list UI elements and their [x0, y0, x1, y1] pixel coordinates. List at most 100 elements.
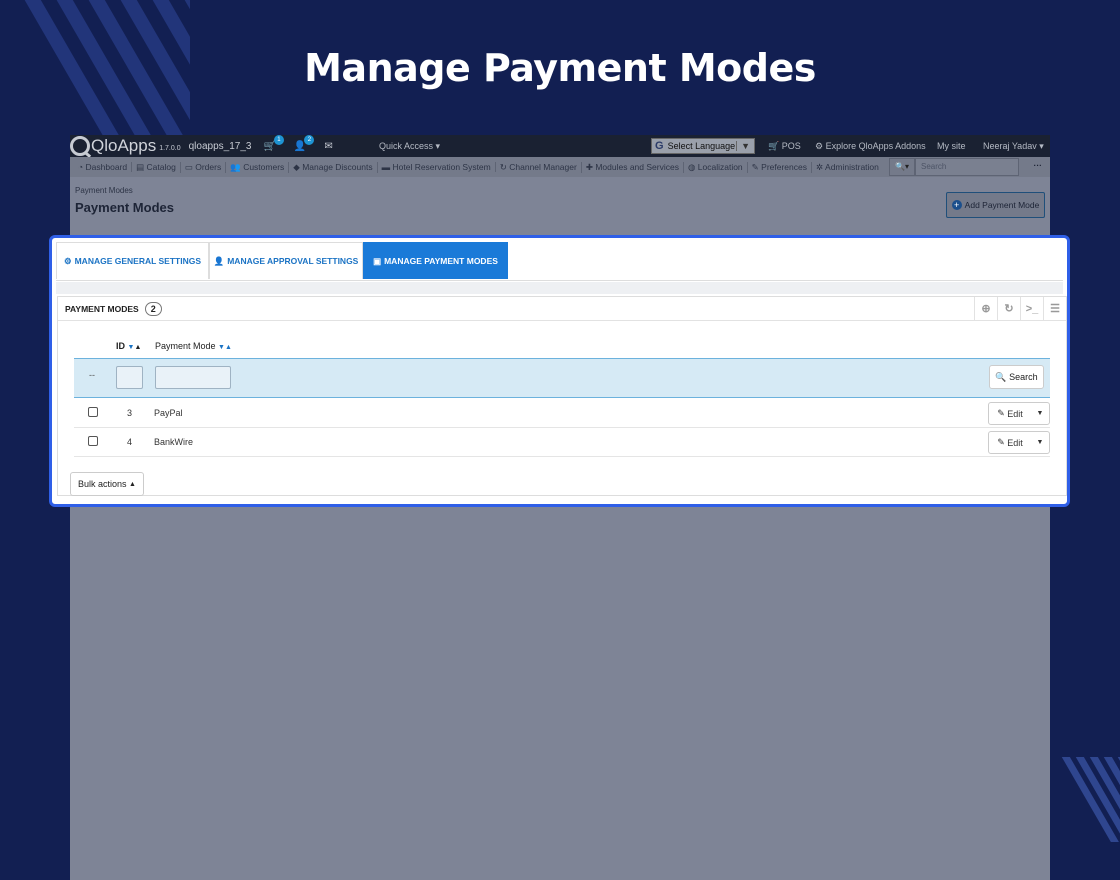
pencil-icon: ✎	[997, 437, 1005, 447]
globe-icon: ◍	[687, 161, 696, 172]
brand-name: QloApps	[91, 136, 157, 155]
pencil-icon: ✎	[997, 408, 1005, 418]
version-label: 1.7.0.0	[159, 145, 181, 152]
decorative-stripes-bottom-right	[1048, 757, 1120, 842]
payment-modes-panel: PAYMENT MODES 2 ⊕ ↻ >_ ☰ ID ▼▲ Payment M…	[57, 296, 1067, 496]
caret-down-icon[interactable]: ▼	[1031, 432, 1049, 453]
explore-addons-link[interactable]: ⚙ Explore QloApps Addons	[815, 141, 926, 152]
menu-administration[interactable]: ✲ Administration	[812, 162, 883, 173]
puzzle-icon: ⚙	[815, 141, 824, 151]
filter-placeholder: --	[89, 370, 95, 380]
pos-label: POS	[781, 141, 801, 151]
column-payment-mode[interactable]: Payment Mode ▼▲	[155, 341, 232, 351]
menu-label: Hotel Reservation System	[392, 162, 491, 172]
edit-button[interactable]: ✎ Edit	[989, 403, 1031, 424]
chevron-down-icon: ▼	[736, 141, 754, 151]
menu-label: Customers	[243, 161, 285, 172]
divider	[56, 282, 1063, 294]
terminal-icon[interactable]: >_	[1020, 297, 1043, 321]
search-icon: 🔍	[895, 162, 905, 171]
bulk-actions-button[interactable]: Bulk actions ▲	[70, 472, 144, 496]
highlighted-panel: ⚙ MANAGE GENERAL SETTINGS 👤 MANAGE APPROVA…	[49, 235, 1070, 507]
search-button-label: Search	[1009, 372, 1038, 382]
pos-link[interactable]: 🛒 POS	[768, 141, 801, 152]
row-name: BankWire	[154, 437, 194, 447]
edit-button[interactable]: ✎ Edit	[989, 432, 1031, 453]
column-mode-label: Payment Mode	[155, 341, 216, 351]
breadcrumb[interactable]: Payment Modes	[75, 186, 133, 195]
refresh-icon[interactable]: ↻	[997, 297, 1020, 321]
user-menu[interactable]: Neeraj Yadav ▾	[983, 141, 1044, 152]
cogs-icon: ⚙	[63, 255, 72, 266]
credit-card-icon: ▭	[184, 161, 193, 172]
search-scope-button[interactable]: 🔍▾	[889, 158, 915, 176]
edit-label: Edit	[1007, 408, 1023, 419]
quick-access-dropdown[interactable]: Quick Access ▾	[379, 141, 440, 152]
bed-icon: ▬	[381, 162, 391, 172]
add-circle-icon[interactable]: ⊕	[974, 297, 997, 321]
select-language-label: Select Language	[667, 141, 736, 151]
edit-button-group: ✎ Edit ▼	[988, 402, 1050, 425]
puzzle-icon: ✚	[585, 161, 593, 172]
wrench-icon: ✎	[751, 161, 759, 172]
caret-down-icon[interactable]: ▼	[1031, 403, 1049, 424]
edit-label: Edit	[1007, 437, 1023, 448]
tab-label: MANAGE APPROVAL SETTINGS	[227, 256, 359, 266]
my-site-link[interactable]: My site	[937, 141, 966, 151]
filter-row: -- 🔍 Search	[74, 359, 1050, 398]
select-language-dropdown[interactable]: G Select Language ▼	[651, 138, 755, 154]
admin-search-input[interactable]: Search	[915, 158, 1019, 176]
column-id[interactable]: ID ▼▲	[116, 341, 141, 351]
row-checkbox[interactable]	[88, 407, 98, 417]
tab-manage-approval-settings[interactable]: 👤 MANAGE APPROVAL SETTINGS	[209, 242, 363, 279]
tab-manage-general-settings[interactable]: ⚙ MANAGE GENERAL SETTINGS	[56, 242, 209, 279]
menu-label: Localization	[697, 161, 743, 172]
filter-id-input[interactable]	[116, 366, 143, 389]
menu-modules[interactable]: ✚ Modules and Services	[582, 161, 684, 173]
bulk-actions-label: Bulk actions	[78, 479, 127, 489]
search-button[interactable]: 🔍 Search	[989, 365, 1044, 389]
edit-button-group: ✎ Edit ▼	[988, 431, 1050, 454]
customer-icon[interactable]: 👤 2	[294, 135, 315, 152]
cart-icon: 🛒	[768, 141, 780, 151]
settings-tabs: ⚙ MANAGE GENERAL SETTINGS 👤 MANAGE APPROVA…	[56, 242, 1063, 281]
money-icon: ▣	[373, 255, 382, 266]
count-badge: 2	[144, 301, 162, 316]
filter-mode-input[interactable]	[155, 366, 231, 389]
database-icon[interactable]: ☰	[1043, 297, 1066, 321]
tag-icon: ◆	[293, 161, 300, 172]
cart-badge: 1	[273, 135, 284, 145]
menu-preferences[interactable]: ✎ Preferences	[748, 161, 812, 173]
menu-customers[interactable]: 👥 Customers	[226, 161, 290, 173]
menu-catalog[interactable]: ▤ Catalog	[132, 161, 181, 173]
envelope-icon[interactable]: ✉	[324, 141, 332, 152]
column-id-label: ID	[116, 341, 125, 351]
menu-hotel-reservation[interactable]: ▬ Hotel Reservation System	[378, 162, 496, 172]
add-payment-mode-label: Add Payment Mode	[964, 200, 1040, 210]
menu-label: Modules and Services	[595, 161, 679, 172]
admin-topbar: QloApps 1.7.0.0 qloapps_17_3 🛒 1 👤 2 ✉ Qui…	[70, 135, 1050, 157]
menu-label: Manage Discounts	[302, 161, 373, 172]
caret-up-icon: ▲	[129, 480, 136, 488]
menu-channel-manager[interactable]: ↻ Channel Manager	[496, 161, 582, 173]
menu-dashboard[interactable]: ◔ Dashboard	[74, 162, 133, 172]
qloapps-logo[interactable]: QloApps 1.7.0.0	[70, 136, 181, 156]
row-checkbox[interactable]	[88, 436, 98, 446]
sort-arrows-icon[interactable]: ▼▲	[218, 344, 232, 351]
table-header: ID ▼▲ Payment Mode ▼▲	[74, 335, 1050, 359]
add-payment-mode-button[interactable]: + Add Payment Mode	[946, 192, 1045, 218]
menu-orders[interactable]: ▭ Orders	[181, 161, 227, 173]
sort-arrows-icon[interactable]: ▼▲	[128, 344, 142, 351]
more-menu-icon[interactable]: ···	[1034, 160, 1043, 170]
cog-icon: ✲	[816, 161, 824, 172]
menu-localization[interactable]: ◍ Localization	[684, 161, 748, 173]
logo-mark-icon	[70, 136, 90, 156]
menu-manage-discounts[interactable]: ◆ Manage Discounts	[289, 161, 378, 173]
cart-icon[interactable]: 🛒 1	[263, 135, 284, 152]
page-headline: Manage Payment Modes	[304, 46, 816, 90]
page-title: Payment Modes	[75, 200, 174, 215]
menu-label: Catalog	[146, 161, 176, 172]
shop-name[interactable]: qloapps_17_3	[189, 141, 252, 152]
plus-circle-icon: +	[951, 200, 962, 210]
tab-manage-payment-modes[interactable]: ▣ MANAGE PAYMENT MODES	[363, 242, 508, 279]
